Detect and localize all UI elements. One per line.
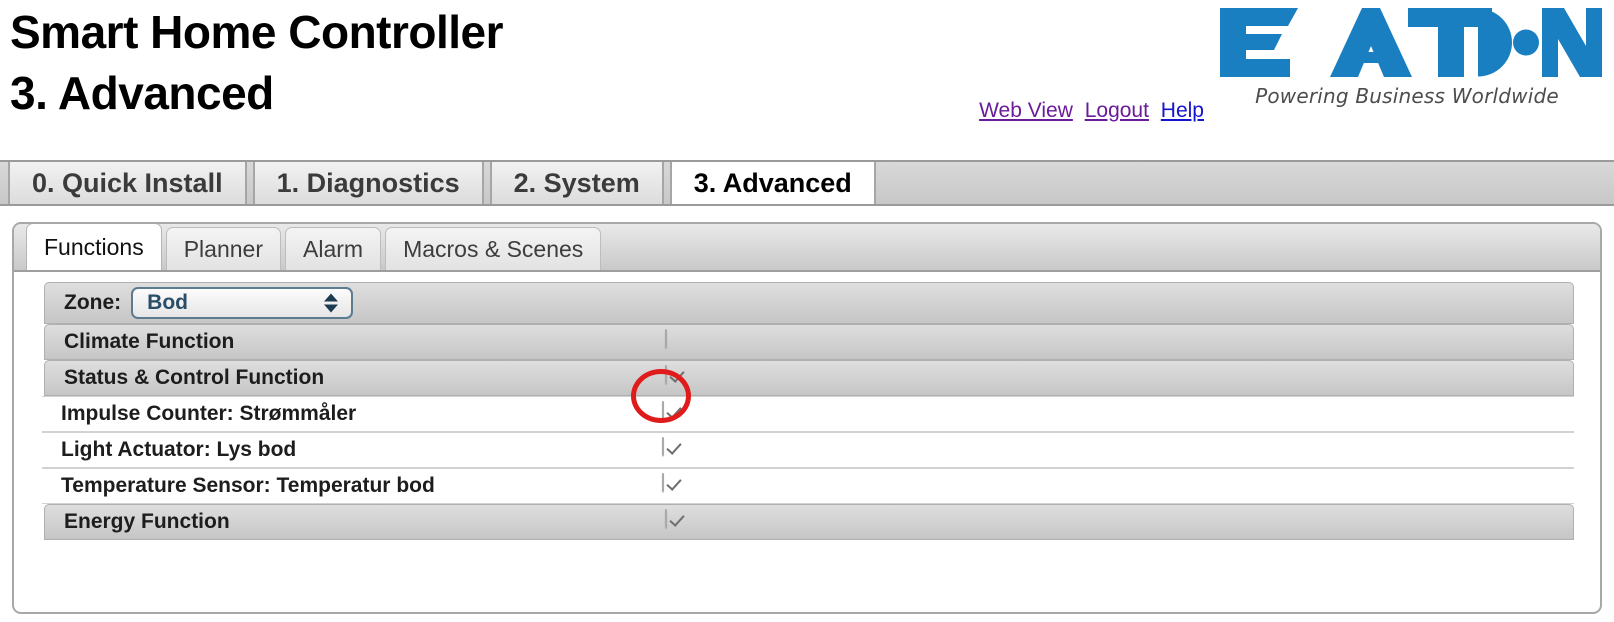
help-link[interactable]: Help [1161,99,1204,122]
tab-quick-install[interactable]: 0. Quick Install [8,162,247,204]
chevron-updown-icon [324,293,339,313]
advanced-content-panel: Functions Planner Alarm Macros & Scenes … [12,222,1602,614]
zone-select[interactable]: Bod [131,287,354,319]
eaton-logo: Powering Business Worldwide [1212,2,1602,108]
header-nav-links: Web View Logout Help [979,99,1204,123]
row-label: Climate Function [64,330,235,353]
page-title: Smart Home Controller 3. Advanced [10,6,504,120]
subtab-alarm[interactable]: Alarm [285,227,382,270]
row-temperature-sensor[interactable]: Temperature Sensor: Temperatur bod [42,468,1574,504]
zone-selected-value: Bod [147,291,188,314]
zone-label: Zone: [64,291,122,314]
main-tab-bar: 0. Quick Install 1. Diagnostics 2. Syste… [0,160,1614,206]
tab-advanced[interactable]: 3. Advanced [669,162,876,204]
logout-link[interactable]: Logout [1085,99,1149,122]
checkbox-checked-icon [665,365,667,384]
checkbox-checked-icon [662,401,664,420]
row-label: Status & Control Function [64,366,325,389]
row-label: Light Actuator: Lys bod [61,438,297,461]
eaton-tagline: Powering Business Worldwide [1255,84,1559,108]
web-view-link[interactable]: Web View [979,99,1073,122]
row-label: Energy Function [64,510,230,533]
row-energy-function[interactable]: Energy Function [44,504,1574,540]
impulse-counter-checkbox[interactable] [662,401,686,426]
checkbox-checked-icon [665,509,667,528]
sub-tab-bar: Functions Planner Alarm Macros & Scenes [14,224,1600,272]
subtab-planner[interactable]: Planner [165,227,281,270]
tab-system[interactable]: 2. System [489,162,664,204]
row-label: Temperature Sensor: Temperatur bod [61,474,435,497]
row-label: Impulse Counter: Strømmåler [61,402,357,425]
row-impulse-counter[interactable]: Impulse Counter: Strømmåler [42,396,1574,432]
checkbox-checked-icon [662,473,664,492]
temperature-sensor-checkbox[interactable] [662,473,686,498]
row-climate-function[interactable]: Climate Function [44,324,1574,360]
eaton-wordmark-icon [1220,8,1602,77]
status-control-function-checkbox[interactable] [665,365,689,390]
checkbox-unchecked-icon [665,329,667,348]
row-status-control-function[interactable]: Status & Control Function [44,360,1574,396]
tab-diagnostics[interactable]: 1. Diagnostics [252,162,484,204]
page-header: Smart Home Controller 3. Advanced Web Vi… [0,0,1614,152]
subtab-macros-scenes[interactable]: Macros & Scenes [385,227,602,270]
functions-list: Zone: Bod Climate Function Status & Cont… [14,272,1600,540]
subtab-functions[interactable]: Functions [26,224,162,270]
energy-function-checkbox[interactable] [665,509,689,534]
light-actuator-checkbox[interactable] [662,437,686,462]
climate-function-checkbox[interactable] [665,329,689,354]
checkbox-checked-icon [662,437,664,456]
zone-row: Zone: Bod [44,282,1574,324]
row-light-actuator[interactable]: Light Actuator: Lys bod [42,432,1574,468]
